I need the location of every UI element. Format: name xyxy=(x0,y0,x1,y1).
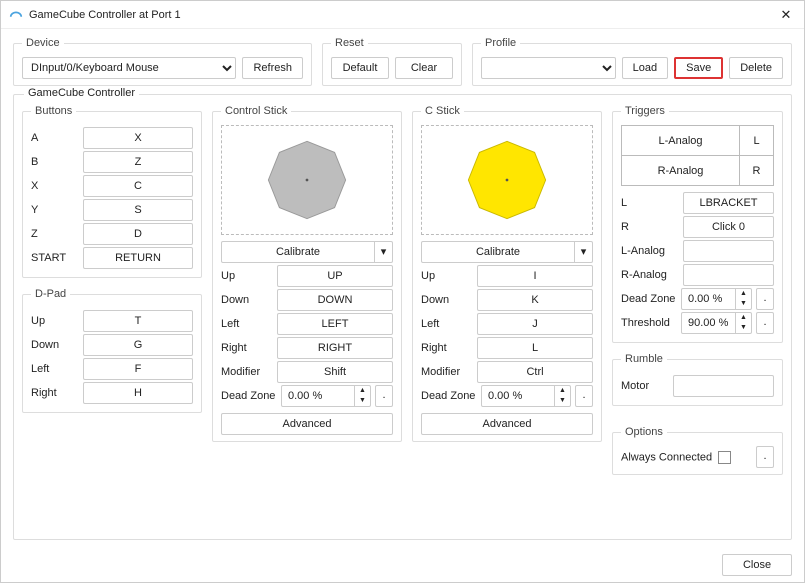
map-button[interactable] xyxy=(683,264,774,286)
deadzone-more[interactable]: . xyxy=(575,385,593,407)
main-legend: GameCube Controller xyxy=(24,87,139,99)
map-button[interactable]: RIGHT xyxy=(277,337,393,359)
calibrate-dropdown[interactable]: ▾ xyxy=(375,241,393,263)
map-button[interactable]: S xyxy=(83,199,193,221)
map-button[interactable] xyxy=(683,240,774,262)
motor-button[interactable] xyxy=(673,375,774,397)
advanced-button[interactable]: Advanced xyxy=(221,413,393,435)
device-select[interactable]: DInput/0/Keyboard Mouse xyxy=(22,57,236,79)
map-button[interactable]: K xyxy=(477,289,593,311)
control-stick-visual xyxy=(221,125,393,235)
c-stick-visual xyxy=(421,125,593,235)
dpad-group: D-Pad UpTDownGLeftFRightH xyxy=(22,288,202,413)
close-icon[interactable]: ✕ xyxy=(776,7,796,23)
map-button[interactable]: F xyxy=(83,358,193,380)
map-button[interactable]: UP xyxy=(277,265,393,287)
save-button[interactable]: Save xyxy=(674,57,723,79)
always-connected-checkbox[interactable] xyxy=(718,451,731,464)
map-button[interactable]: G xyxy=(83,334,193,356)
rumble-group: Rumble Motor xyxy=(612,353,783,406)
l-analog-cell[interactable]: L-Analog xyxy=(622,126,740,156)
advanced-button[interactable]: Advanced xyxy=(421,413,593,435)
map-button[interactable]: LBRACKET xyxy=(683,192,774,214)
delete-button[interactable]: Delete xyxy=(729,57,783,79)
reset-group: Reset Default Clear xyxy=(322,37,462,86)
map-button[interactable]: Shift xyxy=(277,361,393,383)
buttons-group: Buttons AXBZXCYSZDSTARTRETURN xyxy=(22,105,202,278)
map-button[interactable]: DOWN xyxy=(277,289,393,311)
r-analog-cell[interactable]: R-Analog xyxy=(622,156,740,186)
c-stick-group: C Stick Calibrate▾ UpIDownKLeftJRightLMo… xyxy=(412,105,602,442)
load-button[interactable]: Load xyxy=(622,57,668,79)
clear-button[interactable]: Clear xyxy=(395,57,453,79)
calibrate-button[interactable]: Calibrate xyxy=(421,241,575,263)
map-button[interactable]: L xyxy=(477,337,593,359)
deadzone-more[interactable]: . xyxy=(375,385,393,407)
map-button[interactable]: C xyxy=(83,175,193,197)
triggers-group: Triggers L-AnalogL R-AnalogR LLBRACKETRC… xyxy=(612,105,783,343)
window-title: GameCube Controller at Port 1 xyxy=(29,9,776,21)
map-button[interactable]: Z xyxy=(83,151,193,173)
profile-select[interactable] xyxy=(481,57,616,79)
deadzone-spinner[interactable]: 0.00 %▲▼ xyxy=(481,385,571,407)
trigger-deadzone-spinner[interactable]: 0.00 %▲▼ xyxy=(681,288,752,310)
options-group: Options Always Connected . xyxy=(612,426,783,475)
profile-legend: Profile xyxy=(481,37,520,49)
device-group: Device DInput/0/Keyboard Mouse Refresh xyxy=(13,37,312,86)
device-legend: Device xyxy=(22,37,64,49)
map-button[interactable]: I xyxy=(477,265,593,287)
calibrate-button[interactable]: Calibrate xyxy=(221,241,375,263)
map-button[interactable]: X xyxy=(83,127,193,149)
default-button[interactable]: Default xyxy=(331,57,389,79)
map-button[interactable]: J xyxy=(477,313,593,335)
deadzone-spinner[interactable]: 0.00 %▲▼ xyxy=(281,385,371,407)
map-button[interactable]: T xyxy=(83,310,193,332)
options-more[interactable]: . xyxy=(756,446,774,468)
l-cell[interactable]: L xyxy=(740,126,774,156)
refresh-button[interactable]: Refresh xyxy=(242,57,303,79)
r-cell[interactable]: R xyxy=(740,156,774,186)
map-button[interactable]: RETURN xyxy=(83,247,193,269)
calibrate-dropdown[interactable]: ▾ xyxy=(575,241,593,263)
map-button[interactable]: Ctrl xyxy=(477,361,593,383)
map-button[interactable]: D xyxy=(83,223,193,245)
map-button[interactable]: Click 0 xyxy=(683,216,774,238)
control-stick-group: Control Stick Calibrate▾ UpUPDownDOWNLef… xyxy=(212,105,402,442)
map-button[interactable]: LEFT xyxy=(277,313,393,335)
map-button[interactable]: H xyxy=(83,382,193,404)
trigger-threshold-spinner[interactable]: 90.00 %▲▼ xyxy=(681,312,752,334)
reset-legend: Reset xyxy=(331,37,368,49)
close-button[interactable]: Close xyxy=(722,554,792,576)
app-icon xyxy=(9,8,23,22)
profile-group: Profile Load Save Delete xyxy=(472,37,792,86)
